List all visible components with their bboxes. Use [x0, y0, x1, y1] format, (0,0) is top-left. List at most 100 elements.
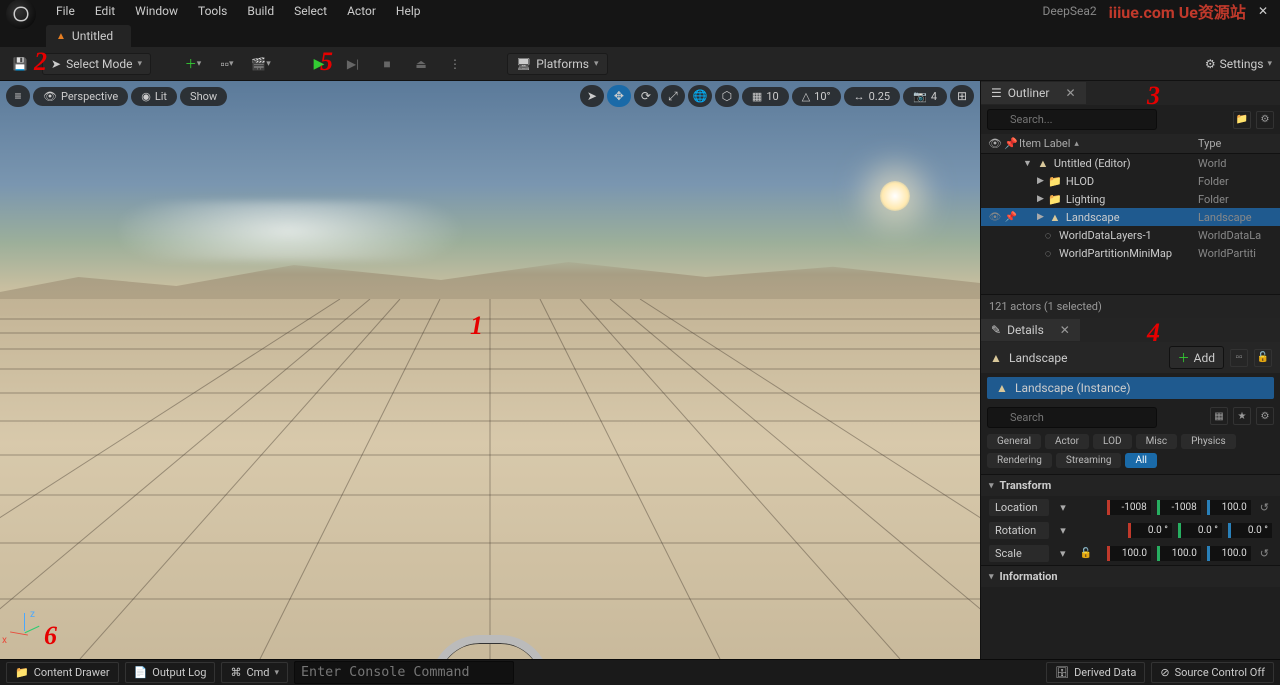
instance-row[interactable]: ▲ Landscape (Instance) — [987, 377, 1274, 399]
menu-help[interactable]: Help — [386, 1, 431, 21]
visibility-toggle[interactable]: 👁 — [987, 212, 1003, 223]
filter-general[interactable]: General — [987, 434, 1041, 449]
location-y-input[interactable]: -1008 — [1157, 500, 1201, 515]
expander-icon[interactable]: ▶ — [1037, 212, 1044, 222]
coord-space-icon[interactable]: 🌐 — [688, 85, 712, 107]
menu-window[interactable]: Window — [125, 1, 188, 21]
filter-actor[interactable]: Actor — [1045, 434, 1089, 449]
chevron-down-icon[interactable]: ▾ — [1055, 501, 1071, 514]
outliner-row[interactable]: ◌ WorldDataLayers-1WorldDataLa — [981, 226, 1280, 244]
scale-y-input[interactable]: 100.0 — [1157, 546, 1201, 561]
type-column[interactable]: Type — [1198, 137, 1274, 150]
skip-button[interactable]: ▶| — [341, 52, 365, 76]
angle-snap-button[interactable]: △ 10° — [792, 87, 841, 106]
cinematics-button[interactable]: 🎬▾ — [249, 52, 273, 76]
rotation-z-input[interactable]: 0.0 ° — [1228, 523, 1272, 538]
window-close-icon[interactable]: ✕ — [1252, 4, 1274, 18]
outliner-row[interactable]: 👁📌▶ ▲ LandscapeLandscape — [981, 208, 1280, 226]
outliner-settings-icon[interactable]: ⚙ — [1256, 111, 1274, 129]
menu-file[interactable]: File — [46, 1, 85, 21]
browse-icon[interactable]: ▫▫ — [1230, 349, 1248, 367]
menu-tools[interactable]: Tools — [188, 1, 237, 21]
settings-button[interactable]: ⚙ Settings ▾ — [1205, 57, 1272, 71]
scale-z-input[interactable]: 100.0 — [1207, 546, 1251, 561]
content-drawer-button[interactable]: 📁 Content Drawer — [6, 662, 119, 683]
platforms-button[interactable]: 🖥 Platforms ▾ — [507, 53, 608, 75]
close-icon[interactable]: ✕ — [1060, 323, 1070, 337]
mode-select-button[interactable]: ➤ Select Mode ▾ — [42, 53, 151, 75]
source-control-button[interactable]: ⊘ Source Control Off — [1151, 662, 1274, 683]
scale-tool-icon[interactable]: ⤢ — [661, 85, 685, 107]
expander-icon[interactable]: ▼ — [1023, 158, 1032, 169]
visibility-column-icon[interactable]: 👁 — [987, 137, 1003, 150]
select-tool-icon[interactable]: ➤ — [580, 85, 604, 107]
translate-tool-icon[interactable]: ✥ — [607, 85, 631, 107]
maximize-viewport-icon[interactable]: ⊞ — [950, 85, 974, 107]
chevron-down-icon[interactable]: ▾ — [1055, 547, 1071, 560]
pin-toggle[interactable]: 📌 — [1003, 212, 1019, 223]
cmd-button[interactable]: ⌘ Cmd ▾ — [221, 662, 288, 683]
filter-all[interactable]: All — [1125, 453, 1156, 468]
reset-icon[interactable]: ↺ — [1257, 547, 1272, 560]
rotation-x-input[interactable]: 0.0 ° — [1128, 523, 1172, 538]
rotation-y-input[interactable]: 0.0 ° — [1178, 523, 1222, 538]
perspective-button[interactable]: 👁 Perspective — [33, 87, 128, 106]
scale-x-input[interactable]: 100.0 — [1107, 546, 1151, 561]
expander-icon[interactable]: ▶ — [1037, 176, 1044, 186]
grid-icon[interactable]: ▦ — [1210, 407, 1228, 425]
save-button[interactable]: 💾 — [8, 52, 32, 76]
eject-button[interactable]: ⏏ — [409, 52, 433, 76]
outliner-row[interactable]: ▼ ▲ Untitled (Editor)World — [981, 154, 1280, 172]
lock-icon[interactable]: 🔓 — [1254, 349, 1272, 367]
lit-button[interactable]: ◉ Lit — [131, 87, 177, 106]
favorite-icon[interactable]: ★ — [1233, 407, 1251, 425]
menu-actor[interactable]: Actor — [337, 1, 386, 21]
output-log-button[interactable]: 📄 Output Log — [125, 662, 216, 683]
details-tab[interactable]: ✎ Details ✕ — [981, 319, 1080, 341]
menu-edit[interactable]: Edit — [85, 1, 125, 21]
location-z-input[interactable]: 100.0 — [1207, 500, 1251, 515]
outliner-row[interactable]: ◌ WorldPartitionMiniMapWorldPartiti — [981, 244, 1280, 262]
location-x-input[interactable]: -1008 — [1107, 500, 1151, 515]
filter-physics[interactable]: Physics — [1181, 434, 1236, 449]
filter-streaming[interactable]: Streaming — [1056, 453, 1122, 468]
label-column[interactable]: Item Label ▴ — [1019, 137, 1198, 150]
lock-icon[interactable]: 🔓 — [1077, 548, 1095, 559]
details-search-input[interactable] — [987, 407, 1157, 428]
derived-data-button[interactable]: 🗄 Derived Data — [1046, 662, 1145, 683]
level-tab[interactable]: ▲ Untitled — [46, 25, 131, 47]
play-options-button[interactable]: ⋮ — [443, 52, 467, 76]
viewport-options-button[interactable]: ≡ — [6, 85, 30, 107]
show-button[interactable]: Show — [180, 87, 227, 106]
menu-select[interactable]: Select — [284, 1, 337, 21]
grid-snap-button[interactable]: ▦ 10 — [742, 87, 789, 106]
console-input[interactable] — [294, 661, 514, 684]
outliner-row[interactable]: ▶ 📁 LightingFolder — [981, 190, 1280, 208]
blueprints-button[interactable]: ▫▫▾ — [215, 52, 239, 76]
transform-section-header[interactable]: ▾ Transform — [981, 475, 1280, 496]
information-section-header[interactable]: ▾ Information — [981, 566, 1280, 587]
menu-build[interactable]: Build — [237, 1, 284, 21]
outliner-tab[interactable]: ☰ Outliner ✕ — [981, 82, 1086, 104]
viewport-3d[interactable]: 1 z x 6 — [0, 81, 980, 659]
close-icon[interactable]: ✕ — [1065, 86, 1075, 100]
expander-icon[interactable]: ▶ — [1037, 194, 1044, 204]
pin-column-icon[interactable]: 📌 — [1003, 137, 1019, 150]
app-logo-icon[interactable] — [6, 0, 36, 29]
chevron-down-icon[interactable]: ▾ — [1055, 524, 1071, 537]
filter-misc[interactable]: Misc — [1136, 434, 1178, 449]
surface-snap-icon[interactable]: ⬡ — [715, 85, 739, 107]
filter-rendering[interactable]: Rendering — [987, 453, 1052, 468]
folder-filter-icon[interactable]: 📁 — [1233, 111, 1251, 129]
scale-snap-button[interactable]: ↔ 0.25 — [844, 87, 900, 106]
reset-icon[interactable]: ↺ — [1257, 501, 1272, 514]
stop-button[interactable]: ■ — [375, 52, 399, 76]
details-settings-icon[interactable]: ⚙ — [1256, 407, 1274, 425]
add-content-button[interactable]: ＋▾ — [181, 52, 205, 76]
camera-speed-button[interactable]: 📷 4 — [903, 87, 947, 106]
play-button[interactable]: ▶ — [307, 52, 331, 76]
filter-lod[interactable]: LOD — [1093, 434, 1132, 449]
outliner-tree[interactable]: ▼ ▲ Untitled (Editor)World▶ 📁 HLODFolder… — [981, 154, 1280, 294]
add-component-button[interactable]: ＋ Add — [1169, 346, 1224, 369]
rotate-tool-icon[interactable]: ⟳ — [634, 85, 658, 107]
